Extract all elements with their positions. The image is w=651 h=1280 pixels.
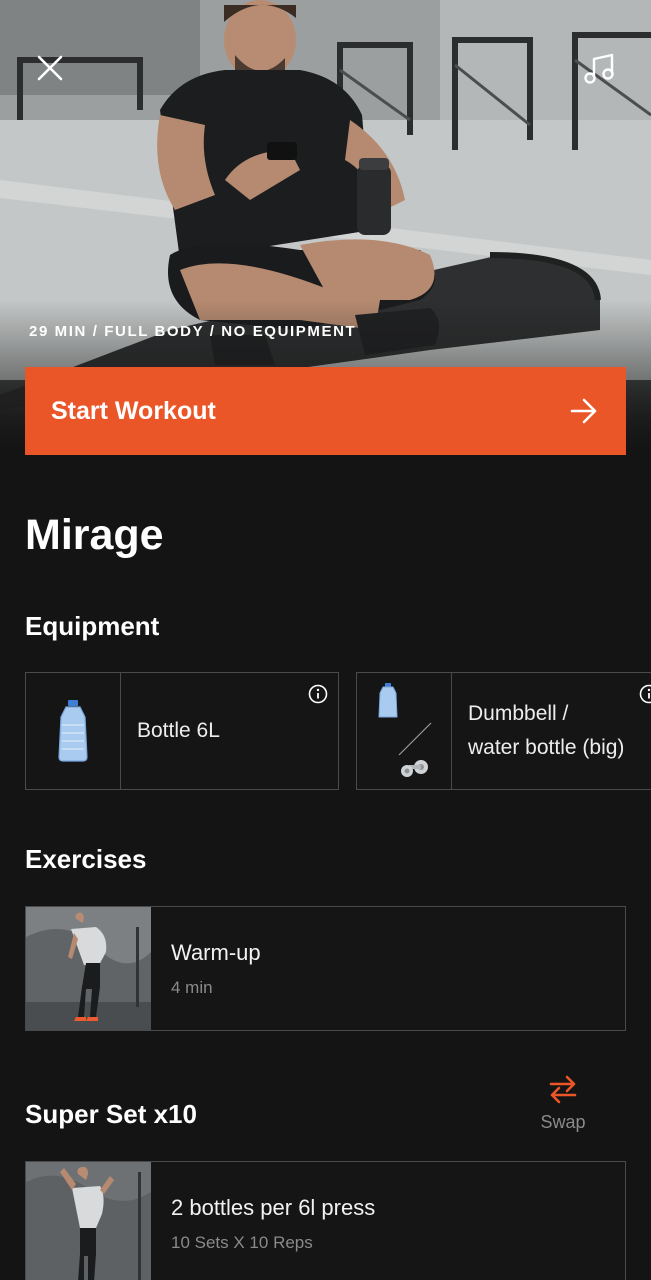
exercises-heading: Exercises [25,844,147,874]
equipment-card-bottle[interactable]: Bottle 6L [25,672,339,790]
exercise-thumbnail [26,907,151,1030]
swap-arrows-icon [549,1075,577,1104]
close-button[interactable] [30,48,70,88]
workout-meta: 29 MIN / FULL BODY / NO EQUIPMENT [29,323,357,340]
exercise-info: 2 bottles per 6l press 10 Sets X 10 Reps [151,1162,375,1280]
info-icon[interactable] [639,684,651,704]
equipment-label-line1: Dumbbell / [468,702,569,725]
equipment-label-line2: water bottle (big) [468,736,625,759]
close-icon [37,55,63,81]
bottle-dumbbell-icon [378,683,432,777]
start-workout-label: Start Workout [51,396,216,425]
exercise-info: Warm-up 4 min [151,907,261,1030]
swap-button[interactable]: Swap [532,1074,594,1136]
info-icon[interactable] [308,684,328,704]
exercise-item-warm-up[interactable]: Warm-up 4 min [25,906,626,1031]
equipment-card-dumbbell[interactable]: Dumbbell / water bottle (big) [356,672,651,790]
water-bottle-icon [58,700,88,762]
swap-label: Swap [540,1112,586,1132]
arrow-right-icon [570,398,597,424]
music-note-icon [584,53,614,84]
workout-title: Mirage [25,511,164,559]
equipment-label: Bottle 6L [137,719,220,742]
exercise-duration: 4 min [171,977,213,997]
workout-detail-screen: 29 MIN / FULL BODY / NO EQUIPMENT Start … [0,0,651,1280]
equipment-label: Dumbbell / water bottle (big) [452,673,624,789]
equipment-thumb [26,673,121,789]
superset-heading: Super Set x10 [25,1099,197,1129]
exercise-sets: 10 Sets X 10 Reps [171,1232,313,1252]
equipment-thumb [357,673,452,789]
exercise-photo [26,1162,151,1280]
exercise-name: Warm-up [171,939,261,965]
music-button[interactable] [578,46,622,90]
equipment-heading: Equipment [25,611,160,641]
exercise-name: 2 bottles per 6l press [171,1194,376,1220]
exercise-thumbnail [26,1162,151,1280]
exercise-photo [26,907,151,1030]
start-workout-button[interactable]: Start Workout [25,367,626,455]
exercise-item-bottle-press[interactable]: 2 bottles per 6l press 10 Sets X 10 Reps [25,1161,626,1280]
